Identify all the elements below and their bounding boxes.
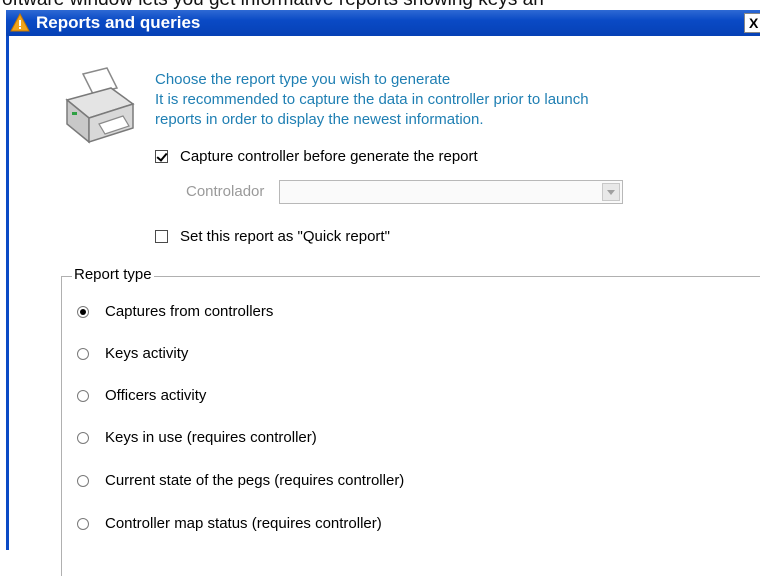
radio-button[interactable] [77,431,89,444]
intro-text: Choose the report type you wish to gener… [155,70,589,130]
window-titlebar[interactable]: Reports and queries X [6,10,760,36]
quick-report-option[interactable]: Set this report as "Quick report" [155,228,390,245]
report-type-legend: Report type [72,266,154,283]
printer-icon [65,67,135,144]
controller-select[interactable] [279,180,623,204]
window-title: Reports and queries [36,13,201,32]
report-option-label: Officers activity [105,387,207,404]
reports-dialog: Choose the report type you wish to gener… [6,36,760,576]
report-option-keys-in-use[interactable]: Keys in use (requires controller) [77,429,317,446]
report-option-pegs-state[interactable]: Current state of the pegs (requires cont… [77,472,404,489]
intro-line: reports in order to display the newest i… [155,111,484,128]
close-button[interactable]: X [744,13,760,33]
report-option-captures[interactable]: Captures from controllers [77,303,273,320]
chevron-down-icon[interactable] [602,183,620,201]
report-option-map-status[interactable]: Controller map status (requires controll… [77,515,382,532]
intro-line: It is recommended to capture the data in… [155,91,589,108]
report-option-label: Controller map status (requires controll… [105,515,382,532]
report-option-officers-activity[interactable]: Officers activity [77,387,206,404]
capture-controller-label: Capture controller before generate the r… [180,148,478,165]
quick-report-checkbox[interactable] [155,230,168,243]
intro-line: Choose the report type you wish to gener… [155,71,451,88]
capture-controller-checkbox[interactable] [155,150,168,163]
controller-label: Controlador [186,183,265,200]
radio-button[interactable] [77,517,89,530]
report-option-label: Keys activity [105,345,189,362]
report-option-keys-activity[interactable]: Keys activity [77,345,188,362]
radio-button[interactable] [77,389,89,402]
radio-button[interactable] [77,474,89,487]
warning-triangle-icon [10,13,30,32]
quick-report-label: Set this report as "Quick report" [180,228,390,245]
radio-button[interactable] [77,347,89,360]
report-option-label: Current state of the pegs (requires cont… [105,472,405,489]
report-option-label: Keys in use (requires controller) [105,429,317,446]
radio-button[interactable] [77,305,89,318]
capture-controller-option[interactable]: Capture controller before generate the r… [155,148,478,165]
page-caption: oftware window lets you get informative … [0,0,760,10]
report-option-label: Captures from controllers [105,303,274,320]
